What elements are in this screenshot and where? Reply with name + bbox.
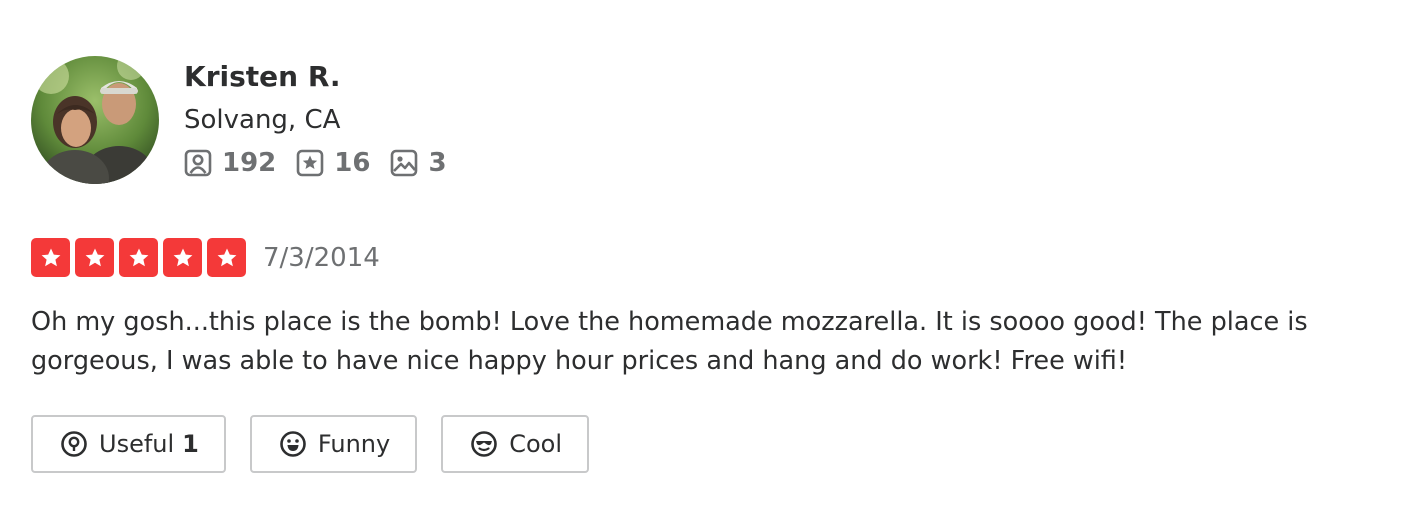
user-info: Kristen R. Solvang, CA 192 16 3 (184, 60, 467, 178)
useful-label: Useful (99, 430, 175, 458)
sunglasses-face-icon (470, 430, 498, 458)
user-stats: 192 16 3 (184, 148, 467, 178)
cool-label: Cool (509, 430, 562, 458)
star-icon (163, 238, 202, 277)
star-icon (207, 238, 246, 277)
review-card: Kristen R. Solvang, CA 192 16 3 7/3/2014… (31, 56, 1391, 473)
friends-count: 192 (222, 148, 277, 178)
star-icon (119, 238, 158, 277)
review-date: 7/3/2014 (263, 242, 380, 273)
laughing-face-icon (279, 430, 307, 458)
review-text: Oh my gosh...this place is the bomb! Lov… (31, 307, 1308, 376)
reviews-count: 16 (334, 148, 371, 178)
funny-button[interactable]: Funny (249, 415, 418, 473)
friends-stat: 192 (184, 148, 276, 178)
star-icon (31, 238, 70, 277)
useful-button[interactable]: Useful 1 (31, 415, 226, 473)
photos-stat: 3 (390, 148, 447, 178)
star-rating (31, 238, 251, 277)
photos-count: 3 (428, 148, 447, 178)
photo-icon (390, 149, 418, 177)
lightbulb-icon (60, 430, 88, 458)
review-star-icon (296, 149, 324, 177)
useful-count: 1 (182, 430, 199, 458)
user-name[interactable]: Kristen R. (184, 60, 467, 94)
avatar[interactable] (31, 56, 159, 184)
avatar-photo (31, 56, 159, 184)
rating-row: 7/3/2014 (31, 238, 1391, 277)
star-icon (75, 238, 114, 277)
user-location: Solvang, CA (184, 105, 341, 135)
funny-label: Funny (317, 430, 391, 458)
cool-button[interactable]: Cool (441, 415, 589, 473)
user-passport: Kristen R. Solvang, CA 192 16 3 (31, 56, 1391, 184)
friends-icon (184, 149, 212, 177)
reviews-stat: 16 (296, 148, 370, 178)
reaction-buttons: Useful 1 Funny Cool (31, 415, 1391, 473)
